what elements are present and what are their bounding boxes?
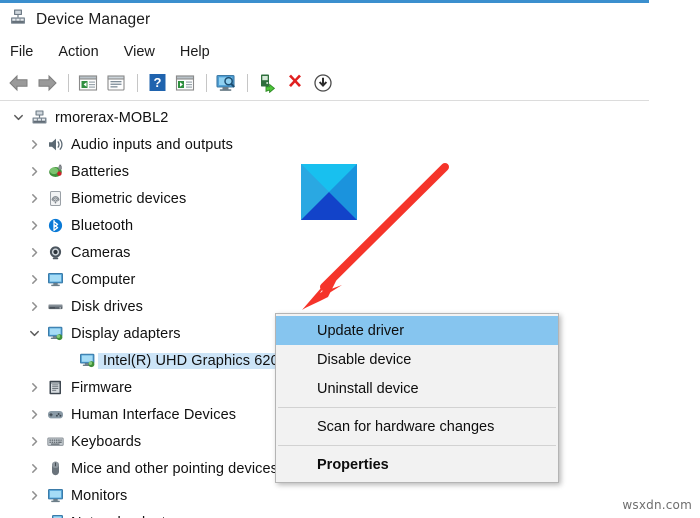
context-menu-item[interactable]: Uninstall device bbox=[276, 374, 558, 403]
tree-node-label: Disk drives bbox=[71, 298, 143, 315]
tree-node-label: rmorerax-MOBL2 bbox=[55, 109, 169, 126]
menu-help[interactable]: Help bbox=[180, 44, 210, 60]
menu-file[interactable]: File bbox=[10, 44, 33, 60]
tree-node-label: Display adapters bbox=[71, 325, 181, 342]
chevron-down-icon[interactable] bbox=[24, 328, 44, 339]
chevron-right-icon[interactable] bbox=[24, 409, 44, 420]
tree-node[interactable]: Audio inputs and outputs bbox=[0, 131, 649, 158]
bluetooth-icon bbox=[44, 217, 66, 234]
display-adapter-icon bbox=[76, 352, 98, 369]
chevron-right-icon[interactable] bbox=[24, 247, 44, 258]
tree-node-label: Network adapters bbox=[66, 515, 186, 518]
computer-root-icon bbox=[28, 109, 50, 126]
disable-device-icon[interactable] bbox=[310, 70, 336, 96]
tree-node[interactable]: Cameras bbox=[0, 239, 649, 266]
context-menu-item[interactable]: Disable device bbox=[276, 345, 558, 374]
tree-node[interactable]: Monitors bbox=[0, 482, 649, 509]
tree-node-label: Audio inputs and outputs bbox=[71, 136, 234, 153]
forward-arrow-icon[interactable] bbox=[34, 70, 60, 96]
title-bar: Device Manager bbox=[0, 3, 649, 36]
chevron-right-icon[interactable] bbox=[24, 274, 44, 285]
tree-node-label: Monitors bbox=[71, 487, 128, 504]
firmware-icon bbox=[44, 379, 66, 396]
tree-node-label: Keyboards bbox=[71, 433, 142, 450]
toolbar-separator bbox=[68, 73, 69, 92]
uninstall-device-icon[interactable] bbox=[282, 70, 308, 96]
battery-icon bbox=[44, 163, 66, 180]
display-adapter-icon bbox=[44, 325, 66, 342]
window-title: Device Manager bbox=[36, 10, 151, 28]
tree-node[interactable]: Network adapters bbox=[0, 509, 649, 518]
chevron-right-icon[interactable] bbox=[24, 166, 44, 177]
mouse-icon bbox=[44, 460, 66, 477]
monitor-icon bbox=[44, 487, 66, 504]
chevron-right-icon[interactable] bbox=[24, 382, 44, 393]
back-arrow-icon[interactable] bbox=[6, 70, 32, 96]
tree-node-label: Human Interface Devices bbox=[71, 406, 237, 423]
speaker-icon bbox=[44, 136, 66, 153]
toolbar-separator bbox=[206, 73, 207, 92]
svg-text:?: ? bbox=[153, 75, 161, 90]
toolbar-divider bbox=[0, 100, 649, 101]
tree-node-label: Firmware bbox=[71, 379, 133, 396]
menu-view[interactable]: View bbox=[124, 44, 155, 60]
tree-node[interactable]: Computer bbox=[0, 266, 649, 293]
tree-node[interactable]: rmorerax-MOBL2 bbox=[0, 104, 649, 131]
network-adapter-icon bbox=[44, 514, 66, 518]
context-menu-separator bbox=[278, 407, 556, 408]
tree-node-label: Mice and other pointing devices bbox=[71, 460, 279, 477]
chevron-down-icon[interactable] bbox=[8, 112, 28, 123]
tree-node-label: Intel(R) UHD Graphics 620 bbox=[98, 352, 283, 369]
chevron-right-icon[interactable] bbox=[24, 490, 44, 501]
fingerprint-icon bbox=[44, 190, 66, 207]
menu-bar: File Action View Help bbox=[0, 38, 649, 65]
toolbar: ? bbox=[0, 66, 649, 99]
disk-drive-icon bbox=[44, 298, 66, 315]
chevron-right-icon[interactable] bbox=[24, 436, 44, 447]
context-menu[interactable]: Update driver Disable device Uninstall dev… bbox=[275, 313, 559, 483]
show-hide-console-tree-icon[interactable] bbox=[75, 70, 101, 96]
tree-node-label: Biometric devices bbox=[71, 190, 187, 207]
tree-node-label: Computer bbox=[71, 271, 136, 288]
context-menu-item[interactable]: Properties bbox=[276, 450, 558, 479]
chevron-right-icon[interactable] bbox=[24, 301, 44, 312]
context-menu-item[interactable]: Update driver bbox=[276, 316, 558, 345]
device-manager-window: Device Manager File Action View Help ? r… bbox=[0, 0, 649, 518]
properties-icon[interactable] bbox=[103, 70, 129, 96]
scan-for-hardware-changes-icon[interactable] bbox=[213, 70, 239, 96]
context-menu-separator bbox=[278, 445, 556, 446]
tree-node-label: Batteries bbox=[71, 163, 130, 180]
chevron-right-icon[interactable] bbox=[24, 463, 44, 474]
tree-node-label: Cameras bbox=[71, 244, 131, 261]
blue-square-graphic bbox=[301, 164, 357, 220]
monitor-icon bbox=[44, 271, 66, 288]
help-icon[interactable]: ? bbox=[144, 70, 170, 96]
watermark: wsxdn.com bbox=[622, 498, 692, 512]
menu-action[interactable]: Action bbox=[58, 44, 98, 60]
tree-node-label: Bluetooth bbox=[71, 217, 134, 234]
chevron-right-icon[interactable] bbox=[24, 139, 44, 150]
hid-icon bbox=[44, 406, 66, 423]
toolbar-separator bbox=[247, 73, 248, 92]
toolbar-separator bbox=[137, 73, 138, 92]
show-hide-action-pane-icon[interactable] bbox=[172, 70, 198, 96]
chevron-right-icon[interactable] bbox=[24, 220, 44, 231]
device-manager-icon bbox=[9, 8, 27, 31]
keyboard-icon bbox=[44, 433, 66, 450]
camera-icon bbox=[44, 244, 66, 261]
context-menu-item[interactable]: Scan for hardware changes bbox=[276, 412, 558, 441]
chevron-right-icon[interactable] bbox=[24, 193, 44, 204]
update-driver-icon[interactable] bbox=[254, 70, 280, 96]
